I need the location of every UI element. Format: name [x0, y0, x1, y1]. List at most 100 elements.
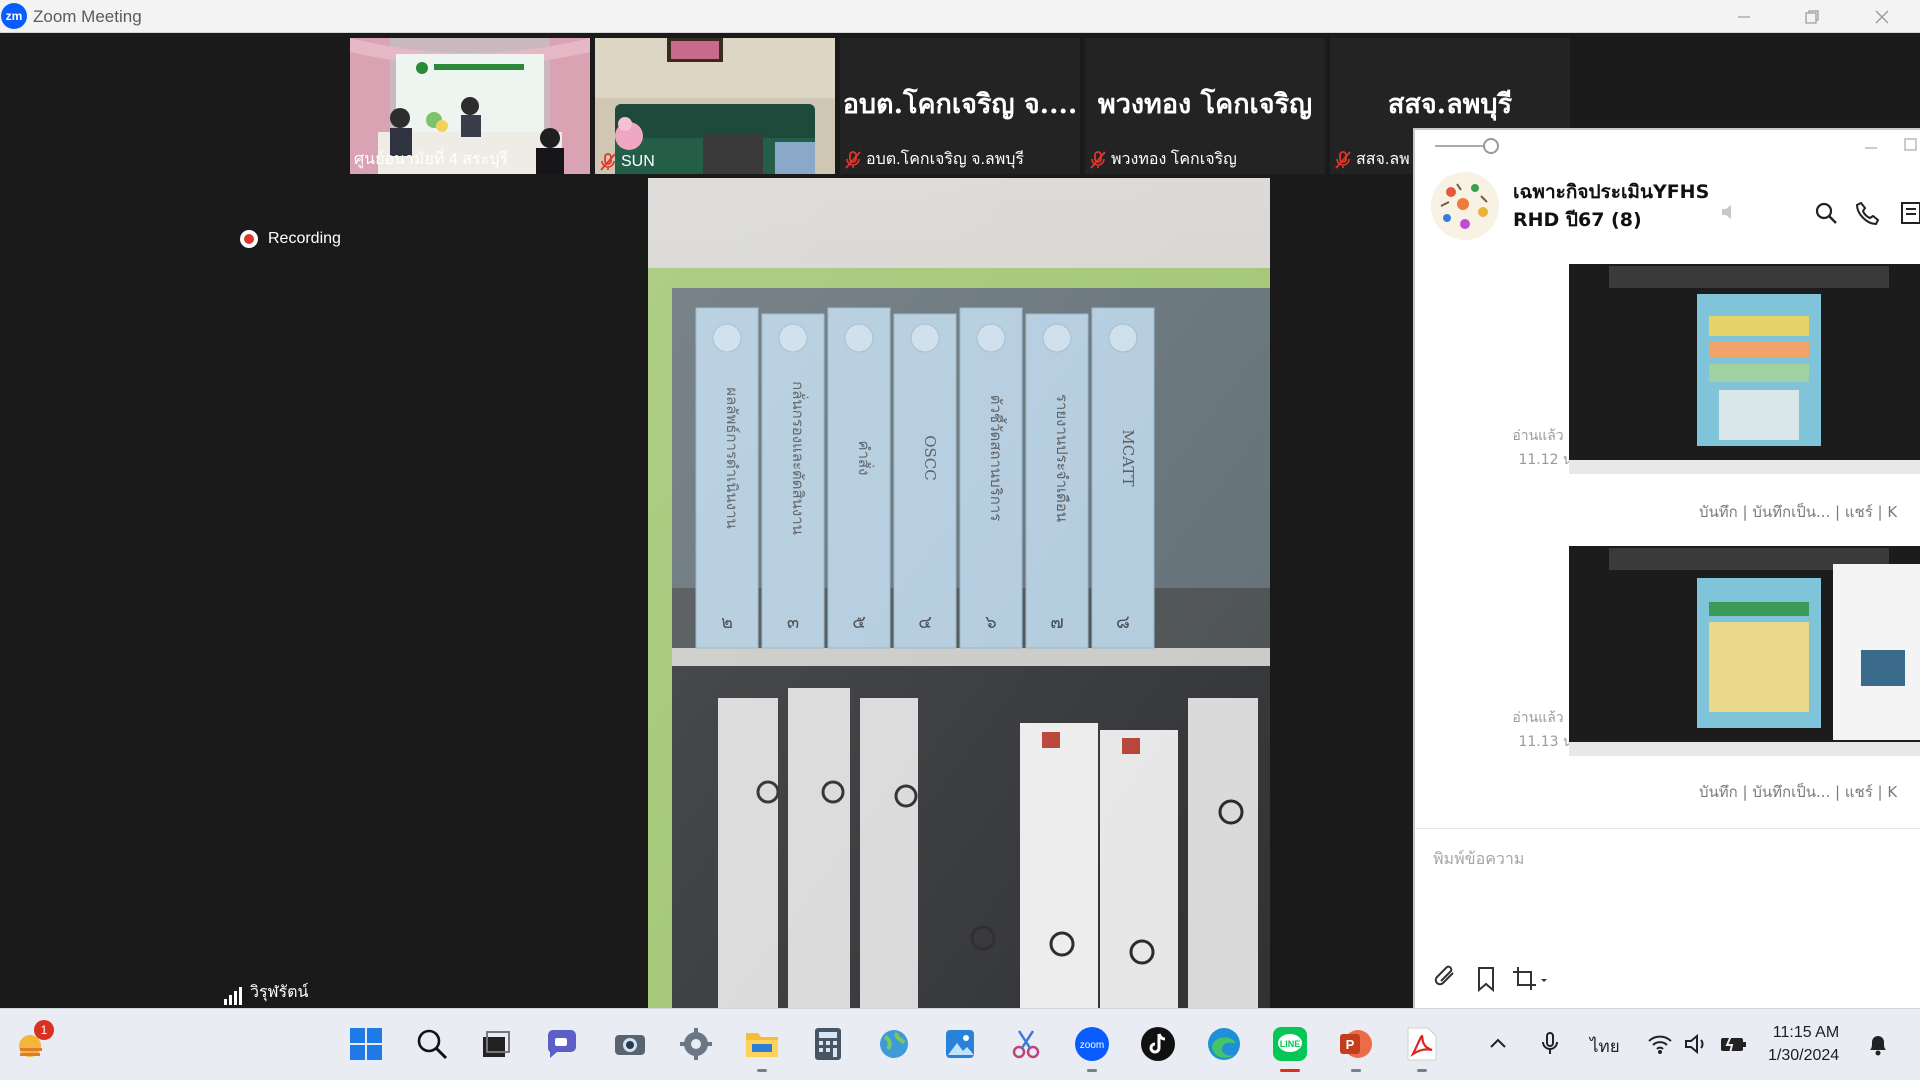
globe-icon	[880, 1030, 908, 1058]
participant-tile[interactable]: พวงทอง โคกเจริญ พวงทอง โคกเจริญ	[1085, 38, 1325, 174]
tiktok-icon	[1141, 1027, 1175, 1061]
message-input[interactable]: พิมพ์ข้อความ	[1433, 847, 1524, 872]
muted-mic-icon	[1335, 150, 1351, 169]
file-explorer-app[interactable]	[742, 1024, 782, 1072]
screenshot-thumbnail	[1569, 264, 1920, 474]
mute-notifications-icon[interactable]	[1719, 202, 1739, 222]
running-indicator	[757, 1069, 767, 1072]
microphone-tray[interactable]	[1530, 1024, 1570, 1064]
minimize-button[interactable]	[1714, 0, 1774, 33]
participant-name-text: พวงทอง โคกเจริญ	[1111, 151, 1237, 168]
restore-button[interactable]	[1782, 0, 1842, 33]
battery-charging-icon	[1721, 1035, 1746, 1054]
keep-bookmark-icon[interactable]	[1473, 965, 1501, 993]
search-button[interactable]	[412, 1024, 452, 1064]
calculator-icon	[815, 1028, 841, 1060]
windows-logo-icon	[350, 1028, 382, 1060]
tiktok-app[interactable]	[1138, 1024, 1178, 1064]
minimize-icon	[1738, 15, 1750, 18]
task-view-icon	[483, 1031, 510, 1057]
recording-indicator[interactable]: Recording	[240, 230, 341, 248]
teams-app[interactable]	[542, 1024, 582, 1064]
attach-file-icon[interactable]	[1433, 965, 1461, 993]
read-receipt: อ่านแล้ว 1	[1512, 710, 1577, 726]
speaker-name-text: วิรุฬรัตน์	[250, 982, 309, 1001]
powerpoint-app[interactable]: P	[1336, 1024, 1376, 1072]
chat-maximize-icon[interactable]	[1903, 136, 1919, 152]
message-read-status: อ่านแล้ว 1 11.13 น.	[1512, 706, 1577, 754]
muted-mic-icon	[845, 150, 861, 169]
line-app[interactable]: LINE	[1270, 1024, 1310, 1072]
zoom-app[interactable]: zoom	[1072, 1024, 1112, 1072]
chat-minimize-icon[interactable]	[1863, 138, 1879, 154]
image-actions[interactable]: บันทึก | บันทึกเป็น... | แชร์ | K	[1699, 500, 1897, 524]
message-input-area[interactable]: พิมพ์ข้อความ	[1415, 828, 1920, 1010]
participant-name: พวงทอง โคกเจริญ	[1089, 147, 1237, 172]
speaker-volume-icon	[1685, 1033, 1704, 1055]
chevron-up-icon	[1490, 1038, 1506, 1048]
message-time: 11.13 น.	[1518, 734, 1577, 750]
screen-capture-icon[interactable]	[1511, 965, 1551, 993]
notification-center-button[interactable]	[1858, 1024, 1898, 1064]
maps-app[interactable]	[874, 1024, 914, 1064]
image-actions[interactable]: บันทึก | บันทึกเป็น... | แชร์ | K	[1699, 780, 1897, 804]
chat-window-topbar	[1415, 130, 1920, 156]
volume-tray[interactable]	[1676, 1024, 1716, 1064]
wifi-tray[interactable]	[1640, 1024, 1680, 1064]
title-bar: zm Zoom Meeting	[0, 0, 1920, 33]
bell-icon	[1870, 1036, 1886, 1056]
window-title: Zoom Meeting	[33, 7, 142, 26]
taskbar-search-icon	[417, 1029, 448, 1060]
close-button[interactable]	[1852, 0, 1912, 33]
settings-app[interactable]	[676, 1024, 716, 1064]
signal-strength-icon	[224, 987, 242, 1005]
participant-display-name: พวงทอง โคกเจริญ	[1097, 89, 1313, 120]
svg-text:P: P	[1346, 1037, 1355, 1052]
read-receipt: อ่านแล้ว 1	[1512, 428, 1577, 444]
edge-browser-icon	[1208, 1028, 1240, 1060]
clock-date: 1/30/2024	[1768, 1047, 1840, 1064]
participant-tile[interactable]: อบต.โคกเจริญ จ.... อบต.โคกเจริญ จ.ลพบุรี	[840, 38, 1080, 174]
camera-icon	[615, 1035, 645, 1055]
photos-app[interactable]	[940, 1024, 980, 1064]
edge-app[interactable]	[1204, 1024, 1244, 1064]
participant-name-text: สสจ.ลพ	[1356, 151, 1410, 168]
call-icon[interactable]	[1855, 200, 1881, 226]
system-clock[interactable]: 11:15 AM 1/30/2024	[1768, 1021, 1839, 1067]
powerpoint-icon: P	[1340, 1030, 1372, 1058]
recording-label: Recording	[268, 230, 341, 247]
opacity-slider[interactable]	[1433, 136, 1503, 156]
message-read-status: อ่านแล้ว 1 11.12 น.	[1512, 424, 1577, 472]
start-button[interactable]	[346, 1024, 386, 1064]
image-message[interactable]	[1569, 546, 1920, 756]
camera-app[interactable]	[610, 1024, 650, 1064]
menu-icon[interactable]	[1899, 200, 1920, 226]
input-language-indicator[interactable]: ไทย	[1590, 1033, 1620, 1060]
calculator-app[interactable]	[808, 1024, 848, 1064]
acrobat-app[interactable]	[1402, 1024, 1442, 1072]
battery-tray[interactable]	[1714, 1024, 1754, 1064]
search-icon[interactable]	[1813, 200, 1839, 226]
notification-badge: 1	[34, 1020, 54, 1040]
task-view-button[interactable]	[476, 1024, 516, 1064]
participant-tile[interactable]: ศูนย์อนามัยที่ 4 สระบุรี	[350, 38, 590, 174]
microphone-icon	[1542, 1032, 1558, 1054]
participant-name: อบต.โคกเจริญ จ.ลพบุรี	[844, 147, 1024, 172]
line-chat-window: เฉพาะกิจประเมินYFHS RHD ปี67 (8) อ่านแล้…	[1413, 128, 1920, 1008]
weather-widget[interactable]: 1	[12, 1020, 54, 1064]
group-avatar[interactable]	[1431, 172, 1499, 240]
acrobat-pdf-icon	[1407, 1027, 1437, 1061]
restore-icon	[1805, 9, 1819, 24]
teams-chat-icon	[548, 1030, 576, 1058]
image-message[interactable]	[1569, 264, 1920, 474]
participant-name: สสจ.ลพ	[1334, 147, 1410, 172]
snipping-tool-app[interactable]	[1006, 1024, 1046, 1064]
group-avatar-image	[1431, 172, 1499, 240]
active-speaker-video[interactable]: ผลลัพธ์การดำเนินงาน๒กลั่นกรองและตัดสินงา…	[648, 178, 1270, 1008]
muted-mic-icon	[600, 153, 616, 171]
show-hidden-icons-button[interactable]	[1478, 1024, 1518, 1064]
participant-tile[interactable]: SUN	[595, 38, 835, 174]
running-indicator	[1087, 1069, 1097, 1072]
chat-header: เฉพาะกิจประเมินYFHS RHD ปี67 (8)	[1415, 160, 1920, 240]
participant-name: SUN	[599, 152, 655, 172]
